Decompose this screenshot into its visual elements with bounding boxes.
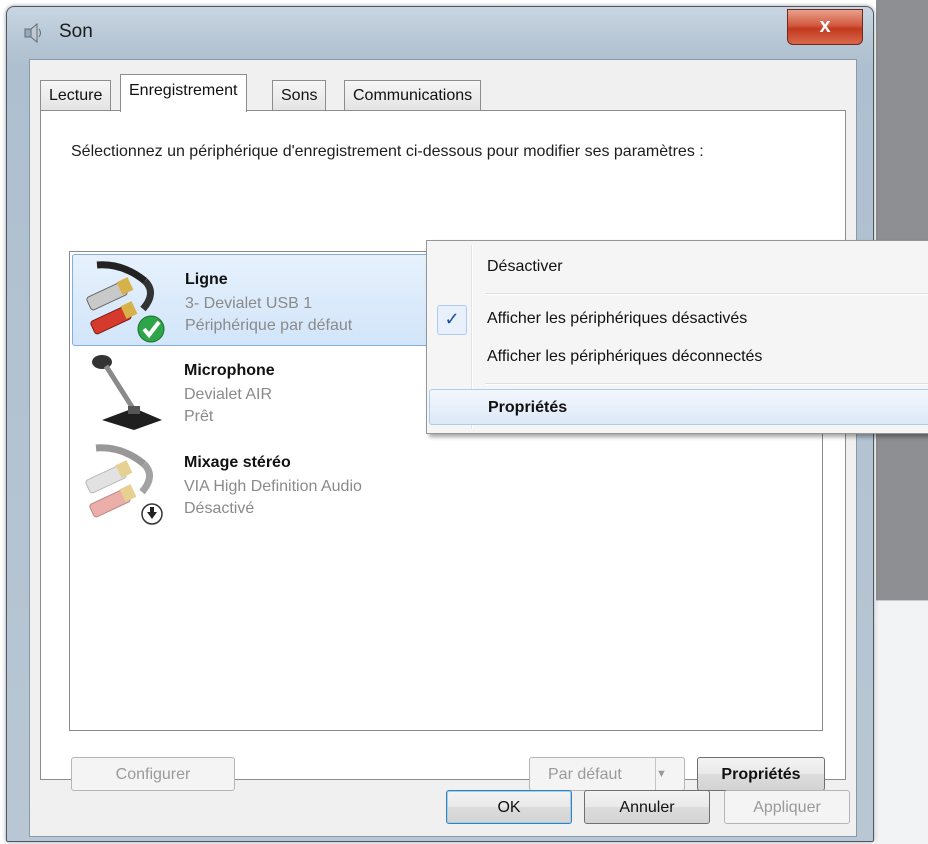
device-name: Mixage stéréo [184, 454, 291, 471]
ok-button[interactable]: OK [446, 790, 572, 824]
menu-item-properties[interactable]: Propriétés [429, 389, 928, 425]
tab-sons[interactable]: Sons [272, 80, 327, 111]
set-default-button[interactable]: Par défaut ▼ [529, 757, 685, 791]
tab-communications[interactable]: Communications [344, 80, 482, 111]
menu-item-label: Propriétés [488, 399, 568, 416]
menu-item-show-disconnected[interactable]: Afficher les périphériques déconnectés [429, 339, 928, 375]
default-check-icon [137, 315, 165, 343]
device-status: Prêt [184, 408, 214, 425]
menu-item-disable[interactable]: Désactiver [429, 249, 928, 285]
device-detail: VIA High Definition Audio [184, 478, 362, 495]
close-button[interactable]: x [787, 9, 863, 45]
menu-separator [485, 293, 928, 295]
menu-item-label: Afficher les périphériques déconnectés [487, 348, 763, 365]
context-menu: Désactiver ✓ Afficher les périphériques … [426, 240, 928, 434]
chevron-down-icon[interactable]: ▼ [655, 758, 684, 790]
device-item-mixage-stereo[interactable]: Mixage stéréo VIA High Definition Audio … [72, 438, 818, 528]
instructions-text: Sélectionnez un périphérique d'enregistr… [71, 143, 704, 160]
desktop-background-lower [876, 600, 928, 844]
properties-button[interactable]: Propriétés [697, 757, 825, 791]
device-name: Ligne [185, 271, 228, 288]
configure-button[interactable]: Configurer [71, 757, 235, 791]
apply-button[interactable]: Appliquer [724, 790, 850, 824]
recording-tab-panel: Sélectionnez un périphérique d'enregistr… [40, 110, 846, 791]
device-status: Périphérique par défaut [185, 317, 353, 334]
device-detail: 3- Devialet USB 1 [185, 295, 313, 312]
set-default-label: Par défaut [548, 766, 622, 783]
title-bar[interactable]: Son x [7, 7, 873, 57]
line-in-jack-icon [86, 261, 165, 343]
microphone-icon [92, 355, 162, 430]
device-status: Désactivé [184, 500, 255, 517]
cancel-button[interactable]: Annuler [584, 790, 710, 824]
check-icon: ✓ [437, 305, 467, 335]
device-name: Microphone [184, 362, 275, 379]
dialog-client-area: Lecture Enregistrement Sons Communicatio… [29, 59, 857, 837]
tab-lecture[interactable]: Lecture [40, 80, 112, 111]
menu-item-show-disabled[interactable]: ✓ Afficher les périphériques désactivés [429, 301, 928, 337]
speaker-icon [24, 22, 41, 44]
window-title: Son [59, 21, 93, 42]
disabled-arrow-icon [141, 503, 163, 525]
menu-item-label: Afficher les périphériques désactivés [487, 310, 748, 327]
device-detail: Devialet AIR [184, 386, 273, 403]
tab-enregistrement[interactable]: Enregistrement [120, 74, 247, 112]
menu-item-label: Désactiver [487, 258, 563, 275]
menu-separator [485, 383, 928, 385]
